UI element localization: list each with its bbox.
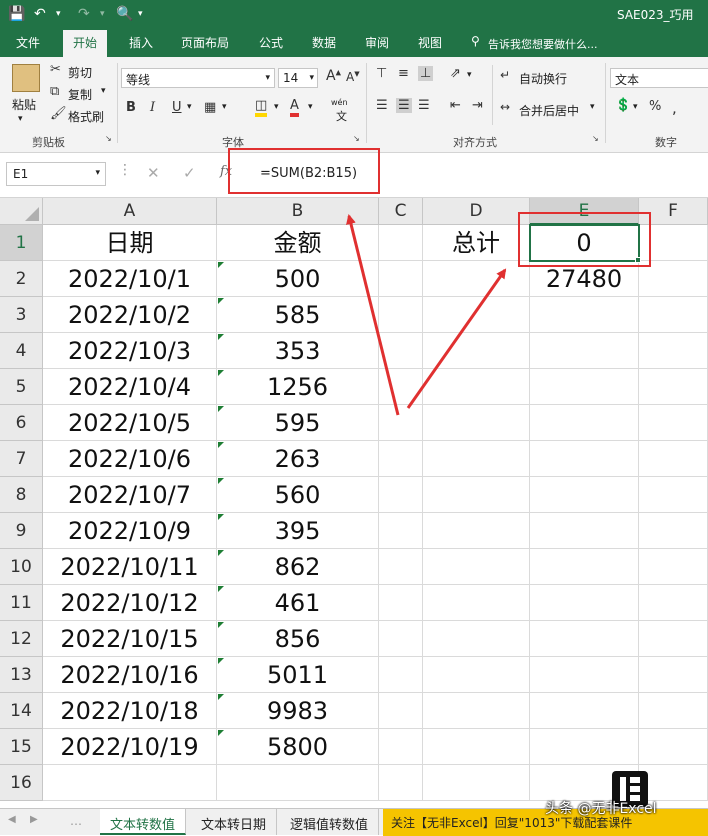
scroll-left-icon[interactable]: ◀: [8, 814, 16, 825]
annotation-arrows: [346, 214, 507, 416]
sheet-tab-logic-to-number[interactable]: 逻辑值转数值: [280, 809, 380, 835]
sheet-tab-text-to-number[interactable]: 文本转数值: [100, 809, 187, 835]
scroll-right-icon[interactable]: ▶: [30, 814, 38, 825]
arrow-to-formula: [346, 214, 400, 416]
sheet-tab-text-to-date[interactable]: 文本转日期: [191, 809, 278, 835]
more-sheets-icon[interactable]: …: [70, 814, 82, 828]
arrow-to-cell: [406, 268, 507, 409]
watermark-text: 头条 @无非Excel: [545, 801, 657, 817]
